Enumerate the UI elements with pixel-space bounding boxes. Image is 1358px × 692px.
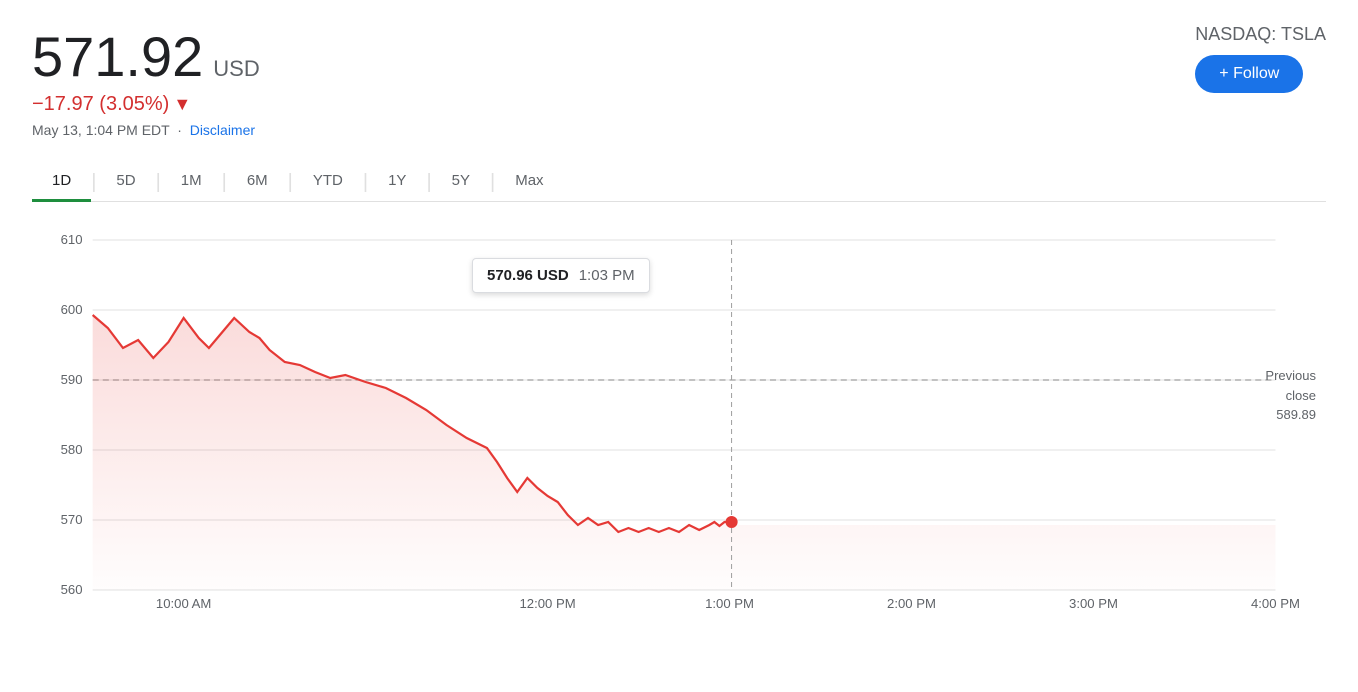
svg-text:590: 590 bbox=[61, 372, 83, 387]
time-range-tabs: 1D | 5D | 1M | 6M | YTD | 1Y | 5Y | Max bbox=[32, 162, 1326, 202]
svg-text:610: 610 bbox=[61, 232, 83, 247]
tab-max[interactable]: Max bbox=[495, 162, 563, 202]
svg-text:3:00 PM: 3:00 PM bbox=[1069, 596, 1118, 610]
tab-1d[interactable]: 1D bbox=[32, 162, 91, 202]
ticker-label: NASDAQ: TSLA bbox=[1195, 24, 1326, 45]
svg-text:570: 570 bbox=[61, 512, 83, 527]
svg-text:600: 600 bbox=[61, 302, 83, 317]
svg-text:4:00 PM: 4:00 PM bbox=[1251, 596, 1300, 610]
prev-close-value: 589.89 bbox=[1276, 407, 1316, 422]
follow-button-label: + Follow bbox=[1219, 65, 1279, 83]
svg-text:580: 580 bbox=[61, 442, 83, 457]
tab-1y[interactable]: 1Y bbox=[368, 162, 426, 202]
svg-text:1:00 PM: 1:00 PM bbox=[705, 596, 754, 610]
chart-svg: 610 600 590 580 570 560 10:00 AM 12:00 P… bbox=[32, 210, 1326, 610]
disclaimer-link[interactable]: Disclaimer bbox=[190, 122, 255, 138]
svg-text:12:00 PM: 12:00 PM bbox=[519, 596, 575, 610]
tab-1m[interactable]: 1M bbox=[161, 162, 222, 202]
price-change-value: −17.97 (3.05%) bbox=[32, 93, 169, 116]
stock-price: 571.92 bbox=[32, 24, 203, 89]
stock-chart[interactable]: 610 600 590 580 570 560 10:00 AM 12:00 P… bbox=[32, 210, 1326, 610]
svg-text:2:00 PM: 2:00 PM bbox=[887, 596, 936, 610]
currency-label: USD bbox=[213, 56, 259, 82]
price-date: May 13, 1:04 PM EDT bbox=[32, 122, 169, 138]
tab-6m[interactable]: 6M bbox=[227, 162, 288, 202]
tab-ytd[interactable]: YTD bbox=[293, 162, 363, 202]
svg-text:560: 560 bbox=[61, 582, 83, 597]
follow-button[interactable]: + Follow bbox=[1195, 55, 1303, 93]
down-arrow-icon: ▼ bbox=[173, 94, 191, 115]
prev-close-label: Previousclose 589.89 bbox=[1265, 366, 1316, 425]
svg-text:10:00 AM: 10:00 AM bbox=[156, 596, 212, 610]
tab-5y[interactable]: 5Y bbox=[432, 162, 490, 202]
tab-5d[interactable]: 5D bbox=[96, 162, 155, 202]
